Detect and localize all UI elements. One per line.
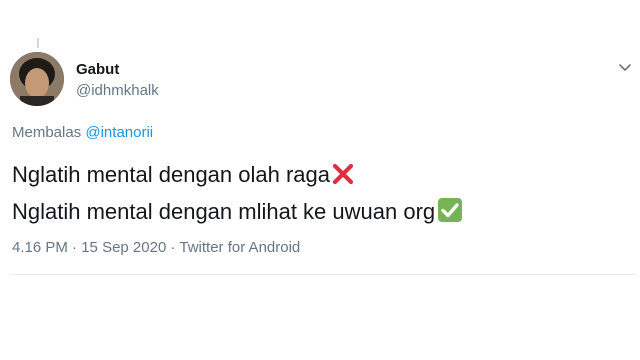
reply-prefix: Membalas <box>12 124 82 141</box>
tweet-date[interactable]: 15 Sep 2020 <box>81 239 166 256</box>
author-handle[interactable]: @idhmkhalk <box>76 82 159 99</box>
check-mark-button-icon <box>437 197 463 232</box>
tweet-time[interactable]: 4.16 PM <box>12 239 68 256</box>
tweet-line-1-text: Nglatih mental dengan olah raga <box>12 162 331 187</box>
divider <box>10 274 636 275</box>
tweet-metadata: 4.16 PM · 15 Sep 2020 · Twitter for Andr… <box>12 239 300 256</box>
tweet-text: Nglatih mental dengan olah raga Nglatih … <box>12 158 463 232</box>
meta-separator: · <box>72 239 78 256</box>
author-name[interactable]: Gabut <box>76 61 119 78</box>
reply-mention-link[interactable]: @intanorii <box>85 124 153 141</box>
tweet-source[interactable]: Twitter for Android <box>179 239 300 256</box>
tweet-line-2: Nglatih mental dengan mlihat ke uwuan or… <box>12 195 463 232</box>
tweet-line-1: Nglatih mental dengan olah raga <box>12 158 463 195</box>
chevron-down-icon[interactable] <box>618 60 632 74</box>
reply-context: Membalas @intanorii <box>12 124 153 141</box>
avatar[interactable] <box>10 52 64 106</box>
cross-mark-icon <box>331 162 355 195</box>
tweet-line-2-text: Nglatih mental dengan mlihat ke uwuan or… <box>12 199 436 224</box>
thread-connector <box>37 38 39 48</box>
meta-separator: · <box>170 239 176 256</box>
